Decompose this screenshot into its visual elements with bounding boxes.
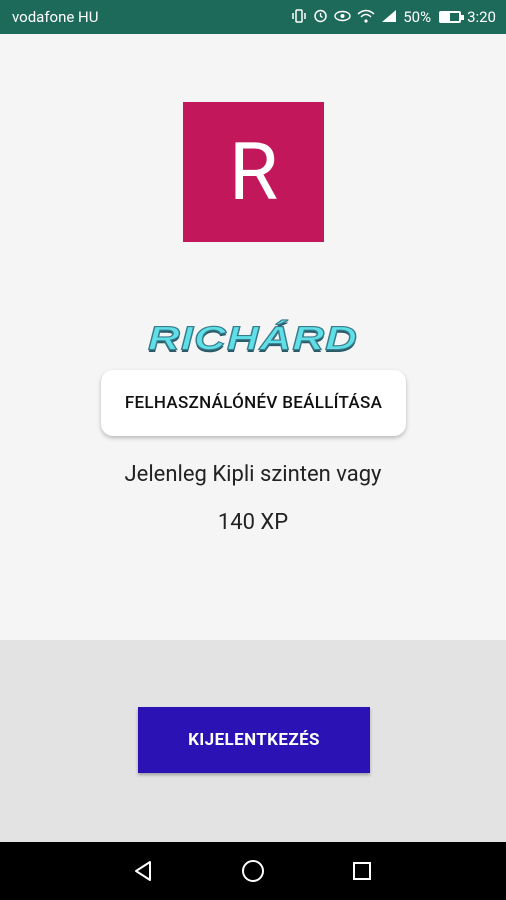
eye-icon <box>334 10 351 25</box>
level-text: Jelenleg Kipli szinten vagy <box>124 462 382 487</box>
battery-icon <box>439 11 465 23</box>
back-icon[interactable] <box>124 851 164 891</box>
xp-text: 140 XP <box>217 510 289 535</box>
status-bar: vodafone HU 50% 3:20 <box>0 0 506 34</box>
clock: 3:20 <box>467 8 496 26</box>
signal-icon <box>381 9 397 26</box>
vibrate-icon <box>291 8 307 26</box>
navigation-bar <box>0 842 506 900</box>
profile-panel: R RICHÁRD FELHASZNÁLÓNÉV BEÁLLÍTÁSA Jele… <box>0 34 506 640</box>
footer-panel: KIJELENTKEZÉS <box>0 640 506 842</box>
avatar: R <box>183 102 324 242</box>
carrier-label: vodafone HU <box>12 8 99 26</box>
home-icon[interactable] <box>233 851 273 891</box>
logout-button[interactable]: KIJELENTKEZÉS <box>138 707 370 773</box>
username-display: RICHÁRD <box>147 320 358 358</box>
status-icons: 50% 3:20 <box>291 8 496 26</box>
wifi-icon <box>357 9 375 26</box>
set-username-button[interactable]: FELHASZNÁLÓNÉV BEÁLLÍTÁSA <box>101 370 406 436</box>
battery-percent: 50% <box>403 8 432 26</box>
alarm-icon <box>313 8 328 26</box>
recents-icon[interactable] <box>342 851 382 891</box>
